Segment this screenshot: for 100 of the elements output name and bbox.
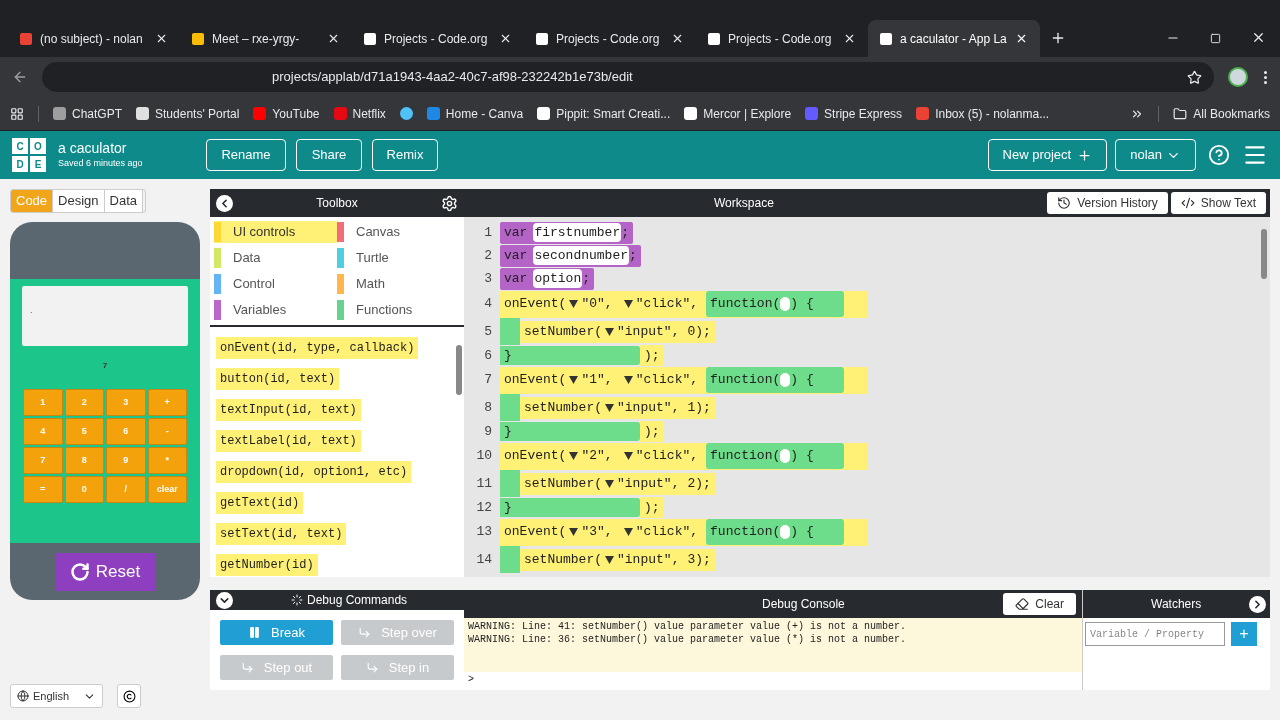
toolbox-category[interactable]: Control <box>214 273 337 295</box>
bookmark-item[interactable]: Netflix <box>333 104 386 123</box>
toolbox-block[interactable]: getText(id) <box>216 492 304 514</box>
toolbox-category[interactable]: Functions <box>337 299 460 321</box>
expand-button[interactable] <box>1249 595 1266 613</box>
browser-tab[interactable]: (no subject) - nolan <box>8 20 180 57</box>
toolbox-block[interactable]: onEvent(id, type, callback) <box>216 337 419 359</box>
profile-avatar[interactable] <box>1228 67 1248 87</box>
dropdown-arrow-icon[interactable] <box>569 528 579 536</box>
dropdown-arrow-icon[interactable] <box>623 300 633 308</box>
header-button[interactable]: Share <box>296 139 362 171</box>
var-block[interactable]: var firstnumber; <box>500 221 634 244</box>
watcher-input[interactable]: Variable / Property <box>1085 622 1225 646</box>
browser-tab[interactable]: Projects - Code.org <box>524 20 696 57</box>
restore-icon[interactable] <box>1210 33 1221 44</box>
dropdown-arrow-icon[interactable] <box>623 376 633 384</box>
toolbox-block[interactable]: textInput(id, text) <box>216 399 361 421</box>
bookmark-star-icon[interactable] <box>1187 69 1202 85</box>
set-number-block[interactable]: setNumber( "input", 0); <box>520 320 715 343</box>
dropdown-arrow-icon[interactable] <box>623 528 633 536</box>
element-id[interactable]: "input" <box>617 397 672 418</box>
number-value[interactable]: 1 <box>687 397 696 418</box>
number-value[interactable]: 0 <box>687 321 696 342</box>
browser-tab[interactable]: Projects - Code.org <box>352 20 524 57</box>
element-id[interactable]: "input" <box>617 321 672 342</box>
event-type[interactable]: "click" <box>635 294 691 314</box>
mode-tab[interactable]: Design <box>53 190 105 212</box>
function-block[interactable]: function( ) { <box>706 443 845 469</box>
close-icon[interactable] <box>155 32 168 45</box>
mode-tab[interactable]: Data <box>104 190 143 212</box>
dropdown-arrow-icon[interactable] <box>605 555 614 564</box>
toolbox-category[interactable]: Canvas <box>337 221 460 243</box>
clear-button[interactable]: Clear <box>1003 593 1076 615</box>
toolbox-category[interactable]: Data <box>214 247 337 269</box>
bookmark-item[interactable]: Inbox (5) - nolanma... <box>916 104 1050 123</box>
user-menu-button[interactable]: nolan <box>1115 139 1196 171</box>
toolbox-category[interactable]: Variables <box>214 299 337 321</box>
back-icon[interactable] <box>12 69 28 85</box>
event-type[interactable]: "click" <box>635 370 691 390</box>
variable-name[interactable]: secondnumber <box>533 245 630 266</box>
new-tab-icon[interactable] <box>1050 30 1066 46</box>
bookmark-item[interactable]: YouTube <box>253 104 320 123</box>
show-text-button[interactable]: Show Text <box>1170 192 1266 214</box>
bookmark-item[interactable]: Stripe Express <box>805 104 903 123</box>
collapse-button[interactable] <box>216 591 233 609</box>
bookmark-item[interactable]: Students' Portal <box>136 104 240 123</box>
toolbox-category[interactable]: Math <box>337 273 460 295</box>
event-block[interactable]: onEvent( "3", "click", function( ) { <box>500 518 867 546</box>
settings-icon[interactable] <box>441 194 458 212</box>
bookmark-icon[interactable] <box>399 107 413 120</box>
close-icon[interactable] <box>1015 32 1028 45</box>
event-block[interactable]: onEvent( "0", "click", function( ) { <box>500 290 867 318</box>
toolbox-block[interactable]: dropdown(id, option1, etc) <box>216 461 412 483</box>
variable-name[interactable]: firstnumber <box>533 222 622 243</box>
dropdown-arrow-icon[interactable] <box>569 376 579 384</box>
bookmark-item[interactable]: Mercor | Explore <box>684 104 792 123</box>
bookmark-item[interactable]: Home - Canva <box>426 104 524 123</box>
toolbox-category[interactable]: Turtle <box>337 247 460 269</box>
copyright-button[interactable] <box>117 684 141 708</box>
all-bookmarks-folder[interactable]: All Bookmarks <box>1173 104 1270 123</box>
close-icon[interactable] <box>671 32 684 45</box>
element-id[interactable]: "0" <box>581 294 605 314</box>
element-id[interactable]: "2" <box>581 446 605 466</box>
set-number-block[interactable]: setNumber( "input", 3); <box>520 548 715 571</box>
variable-name[interactable]: option <box>533 268 583 289</box>
language-select[interactable]: English <box>10 684 103 708</box>
toolbox-block[interactable]: getNumber(id) <box>216 554 318 576</box>
dropdown-arrow-icon[interactable] <box>605 327 614 336</box>
element-id[interactable]: "input" <box>617 549 672 570</box>
version-history-button[interactable]: Version History <box>1047 192 1168 214</box>
toolbox-category[interactable]: UI controls <box>214 221 337 243</box>
event-block[interactable]: onEvent( "1", "click", function( ) { <box>500 366 867 394</box>
event-type[interactable]: "click" <box>635 522 691 542</box>
new-project-button[interactable]: New project <box>987 139 1108 171</box>
browser-tab[interactable]: Projects - Code.org <box>696 20 868 57</box>
toolbox-block[interactable]: setText(id, text) <box>216 523 347 545</box>
function-block[interactable]: function( ) { <box>706 291 845 317</box>
browser-tab[interactable]: a caculator - App La <box>868 20 1040 57</box>
reset-button[interactable]: Reset <box>55 552 155 591</box>
element-id[interactable]: "1" <box>581 370 605 390</box>
browser-tab[interactable]: Meet – rxe-yrgy- <box>180 20 352 57</box>
bookmark-item[interactable]: Pippit: Smart Creati... <box>537 104 671 123</box>
dropdown-arrow-icon[interactable] <box>605 403 614 412</box>
console-prompt[interactable]: > <box>464 672 1082 690</box>
element-id[interactable]: "3" <box>581 522 605 542</box>
var-block[interactable]: var option; <box>500 267 595 290</box>
function-block[interactable]: function( ) { <box>706 519 845 545</box>
dropdown-arrow-icon[interactable] <box>623 452 633 460</box>
menu-icon[interactable] <box>1262 70 1268 84</box>
toolbox-block[interactable]: button(id, text) <box>216 368 340 390</box>
function-block[interactable]: function( ) { <box>706 367 845 393</box>
header-button[interactable]: Rename <box>206 139 286 171</box>
set-number-block[interactable]: setNumber( "input", 2); <box>520 472 715 495</box>
close-icon[interactable] <box>499 32 512 45</box>
dropdown-arrow-icon[interactable] <box>569 300 579 308</box>
help-icon[interactable] <box>1208 144 1230 166</box>
header-button[interactable]: Remix <box>372 139 438 171</box>
code-logo[interactable]: C O D E <box>12 138 46 172</box>
close-icon[interactable] <box>843 32 856 45</box>
apps-icon[interactable] <box>10 106 24 121</box>
